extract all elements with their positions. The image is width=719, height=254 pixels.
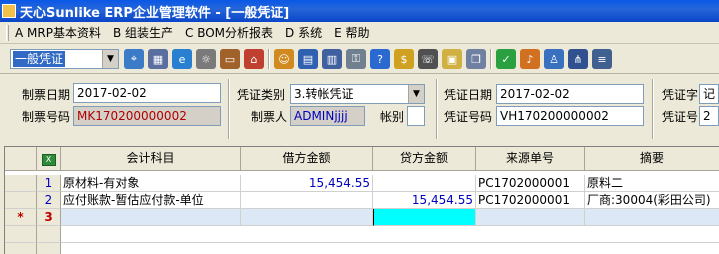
toolbar-separator <box>268 49 270 69</box>
home-icon[interactable]: ⌂ <box>244 49 264 69</box>
row-header-corner <box>5 147 37 171</box>
form-separator <box>652 79 654 139</box>
row-selector[interactable] <box>5 192 37 209</box>
menu-help[interactable]: E 帮助 <box>334 24 369 41</box>
money-icon[interactable]: $ <box>394 49 414 69</box>
doc-date-label: 制票日期 <box>22 88 71 102</box>
grid-icon[interactable]: ▦ <box>148 49 168 69</box>
excel-icon: X <box>41 154 56 166</box>
list-icon[interactable]: ≡ <box>592 49 612 69</box>
voucher-header-form: 制票日期 2017-02-02 制票号码 MK170200000002 凭证类别… <box>0 75 719 143</box>
erp-window: 天心Sunlike ERP企业管理软件 - [一般凭证] A MRP基本资料 B… <box>0 0 719 254</box>
row-number: 3 <box>37 209 61 226</box>
account-field[interactable] <box>407 106 425 126</box>
account-label: 帐别 <box>380 110 405 124</box>
voucher-num-field[interactable]: 2 <box>699 106 719 126</box>
settings-icon[interactable]: ☼ <box>196 49 216 69</box>
cell-summary[interactable] <box>585 209 719 226</box>
voucher-grid: X 会计科目 借方金额 贷方金额 来源单号 摘要 1 原材料-有对象 15,45… <box>4 146 719 254</box>
window-title: 天心Sunlike ERP企业管理软件 - [一般凭证] <box>20 5 290 21</box>
maker-field: ADMINjjjj <box>290 106 365 126</box>
copy-icon[interactable]: ❐ <box>466 49 486 69</box>
ie-icon[interactable]: e <box>172 49 192 69</box>
menu-system[interactable]: D 系统 <box>285 24 322 41</box>
doc-no-field: MK170200000002 <box>73 106 221 126</box>
app-icon <box>2 4 16 18</box>
cell-summary[interactable]: 原料二 <box>585 175 719 192</box>
doc-type-value: 一般凭证 <box>13 51 66 67</box>
export-excel-button[interactable]: X <box>37 147 61 171</box>
row-number: 2 <box>37 192 61 209</box>
menu-assembly[interactable]: B 组装生产 <box>113 24 173 41</box>
cell-subject[interactable]: 应付账款-暂估应付款-单位 <box>61 192 241 209</box>
toolbar-separator <box>490 49 492 69</box>
voucher-word-field[interactable]: 记 <box>699 84 719 104</box>
empty-row[interactable] <box>61 226 719 243</box>
people-icon[interactable]: ☺ <box>274 49 294 69</box>
col-header-subject[interactable]: 会计科目 <box>61 147 241 171</box>
cell-source[interactable] <box>476 209 585 226</box>
chevron-down-icon[interactable]: ▼ <box>408 85 424 103</box>
maker-label: 制票人 <box>251 110 288 124</box>
bell-icon[interactable]: ♪ <box>520 49 540 69</box>
row-selector[interactable] <box>5 243 37 254</box>
voucher-type-label: 凭证类别 <box>237 88 286 102</box>
tree-icon[interactable]: ⋔ <box>568 49 588 69</box>
current-row-marker[interactable]: * <box>5 209 37 226</box>
menu-bar: A MRP基本资料 B 组装生产 C BOM分析报表 D 系统 E 帮助 <box>0 22 719 44</box>
doc-no-label: 制票号码 <box>22 110 71 124</box>
user-icon[interactable]: ♙ <box>544 49 564 69</box>
cell-credit[interactable] <box>373 175 476 192</box>
menubar-grip <box>6 24 9 41</box>
row-selector[interactable] <box>5 226 37 243</box>
cell-credit[interactable]: 15,454.55 <box>373 192 476 209</box>
menu-mrp-basic[interactable]: A MRP基本资料 <box>15 24 101 41</box>
briefcase-icon[interactable]: ▭ <box>220 49 240 69</box>
toolbar-icons: ⌖ ▦ e ☼ ▭ ⌂ ☺ ▤ ▥ ⚿? $ ☏ ▣ ❐ ✓ ♪ ♙ ⋔ ≡ <box>124 49 616 69</box>
form-separator <box>228 79 230 139</box>
voucher-date-field[interactable]: 2017-02-02 <box>496 84 644 104</box>
row-number: 1 <box>37 175 61 192</box>
voucher-no-field[interactable]: VH170200000002 <box>496 106 644 126</box>
voucher-num-label: 凭证号 <box>662 110 699 124</box>
folder-icon[interactable]: ▣ <box>442 49 462 69</box>
chevron-down-icon[interactable]: ▼ <box>102 50 118 68</box>
col-header-credit[interactable]: 贷方金额 <box>373 147 476 171</box>
voucher-type-value: 3.转帐凭证 <box>294 87 354 101</box>
menu-bom-report[interactable]: C BOM分析报表 <box>185 24 273 41</box>
toolbar: 一般凭证 ▼ ⌖ ▦ e ☼ ▭ ⌂ ☺ ▤ ▥ ⚿? $ ☏ ▣ ❐ ✓ ♪ ♙ ⋔ ≡ <box>0 44 719 74</box>
cell-source[interactable]: PC1702000001 <box>476 175 585 192</box>
col-header-source[interactable]: 来源单号 <box>476 147 585 171</box>
voucher-type-select[interactable]: 3.转帐凭证 ▼ <box>290 84 425 104</box>
row-number <box>37 243 61 254</box>
cell-debit[interactable]: 15,454.55 <box>241 175 373 192</box>
voucher-date-label: 凭证日期 <box>444 88 493 102</box>
phone-icon[interactable]: ☏ <box>418 49 438 69</box>
find-icon[interactable]: ⌖ <box>124 49 144 69</box>
help-icon[interactable]: ? <box>370 49 390 69</box>
cell-credit-active[interactable] <box>373 209 476 226</box>
cell-subject[interactable]: 原材料-有对象 <box>61 175 241 192</box>
key-icon[interactable]: ⚿ <box>346 49 366 69</box>
cell-debit[interactable] <box>241 209 373 226</box>
voucher-word-label: 凭证字 <box>662 88 699 102</box>
check-icon[interactable]: ✓ <box>496 49 516 69</box>
col-header-summary[interactable]: 摘要 <box>585 147 719 171</box>
col-header-debit[interactable]: 借方金额 <box>241 147 373 171</box>
cell-subject[interactable] <box>61 209 241 226</box>
form-separator <box>436 79 438 139</box>
cell-source[interactable]: PC1702000001 <box>476 192 585 209</box>
cell-debit[interactable] <box>241 192 373 209</box>
row-number <box>37 226 61 243</box>
voucher-no-label: 凭证号码 <box>444 110 493 124</box>
row-selector[interactable] <box>5 175 37 192</box>
doc-icon[interactable]: ▤ <box>298 49 318 69</box>
empty-row[interactable] <box>61 243 719 254</box>
doc-date-field[interactable]: 2017-02-02 <box>73 83 221 103</box>
cell-summary[interactable]: 厂商:30004(彩田公司) <box>585 192 719 209</box>
book-icon[interactable]: ▥ <box>322 49 342 69</box>
title-bar: 天心Sunlike ERP企业管理软件 - [一般凭证] <box>0 0 719 22</box>
doc-type-select[interactable]: 一般凭证 ▼ <box>10 49 119 69</box>
